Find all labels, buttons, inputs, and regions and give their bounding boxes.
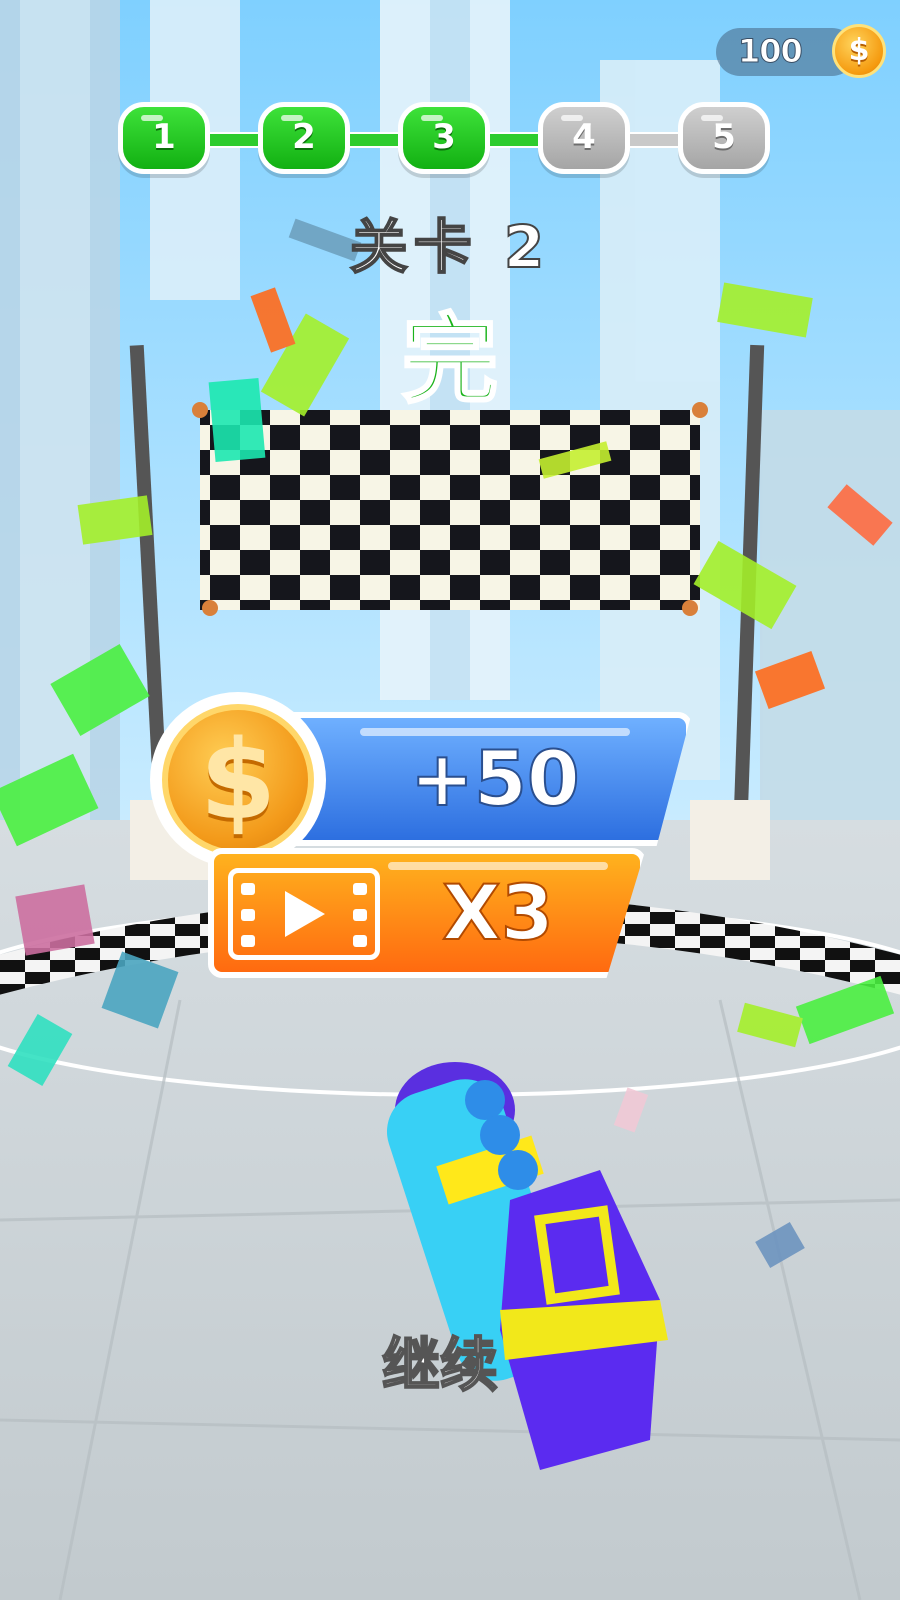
coin-counter: 100 $ xyxy=(716,24,886,80)
stage-node-4: 4 xyxy=(538,102,630,174)
level-progress: 1 2 3 4 5 xyxy=(118,102,788,176)
continue-button[interactable]: 继续 xyxy=(340,1318,540,1400)
video-play-icon xyxy=(228,868,380,960)
stage-node-3: 3 xyxy=(398,102,490,174)
progress-connector xyxy=(484,132,546,148)
coin-reward-amount: +50 xyxy=(409,733,580,824)
watch-video-multiplier-button[interactable]: X3 xyxy=(208,848,646,978)
progress-connector xyxy=(344,132,406,148)
coin-balance: 100 xyxy=(738,32,804,71)
progress-connector xyxy=(624,132,686,148)
progress-connector xyxy=(204,132,266,148)
level-title: 关卡 2 xyxy=(349,212,551,282)
reward-multiplier-label: X3 xyxy=(441,867,554,958)
stage-node-5: 5 xyxy=(678,102,770,174)
level-complete-title: 完 xyxy=(401,303,500,418)
stage-node-2: 2 xyxy=(258,102,350,174)
coin-icon: $ xyxy=(832,24,886,78)
stage-node-1: 1 xyxy=(118,102,210,174)
reward-coin-symbol: $ xyxy=(162,704,314,856)
reward-coin-icon: $ xyxy=(150,692,326,868)
